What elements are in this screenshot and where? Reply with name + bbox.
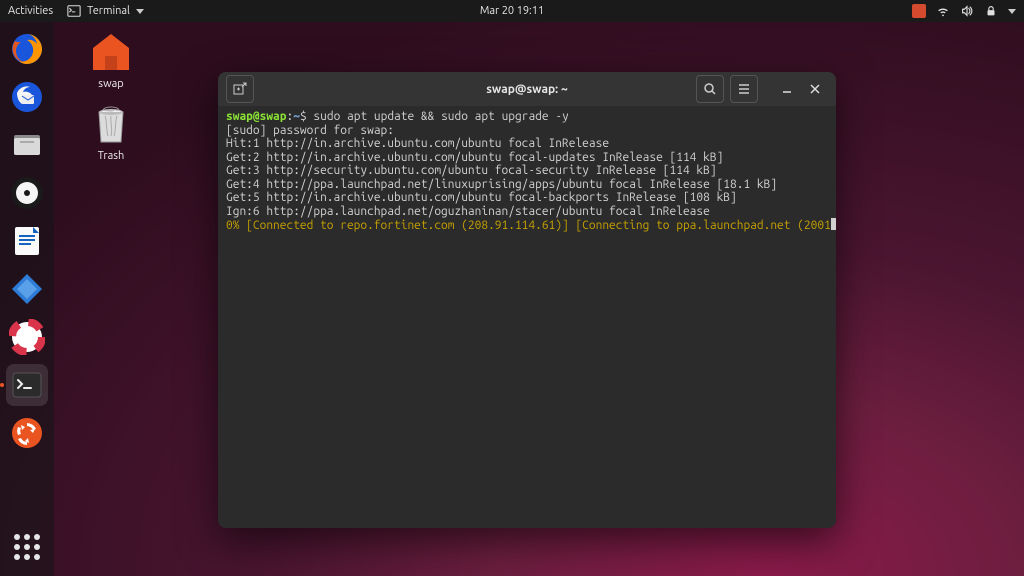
terminal-body[interactable]: swap@swap:~$ sudo apt update && sudo apt…: [218, 106, 836, 528]
command-text: sudo apt update && sudo apt upgrade -y: [313, 110, 568, 123]
firefox-icon: [9, 31, 45, 67]
search-button[interactable]: [696, 75, 724, 103]
minimize-button[interactable]: [774, 76, 800, 102]
minimize-icon: [781, 83, 793, 95]
show-applications-button[interactable]: [6, 526, 48, 568]
close-button[interactable]: [802, 76, 828, 102]
dock-libreoffice-writer[interactable]: [6, 220, 48, 262]
trash-icon: [87, 100, 135, 148]
chevron-down-icon: [136, 9, 144, 14]
term-line: [sudo] password for swap:: [226, 124, 401, 137]
writer-icon: [9, 223, 45, 259]
term-line: Ign:6 http://ppa.launchpad.net/oguzhanin…: [226, 205, 710, 218]
volume-icon[interactable]: [960, 4, 974, 18]
dock-help[interactable]: [6, 316, 48, 358]
wifi-icon[interactable]: [936, 4, 950, 18]
home-folder-icon: [87, 28, 135, 76]
dock-files[interactable]: [6, 124, 48, 166]
security-shield-icon[interactable]: [912, 4, 926, 18]
close-icon: [809, 83, 821, 95]
desktop-trash-label: Trash: [76, 150, 146, 162]
files-icon: [9, 127, 45, 163]
term-line: Get:5 http://in.archive.ubuntu.com/ubunt…: [226, 191, 737, 204]
dock-terminal[interactable]: [6, 364, 48, 406]
desktop-trash[interactable]: Trash: [76, 100, 146, 162]
terminal-app-icon: [9, 367, 45, 403]
new-tab-icon: [233, 82, 247, 96]
terminal-icon: [67, 4, 81, 18]
top-bar: Activities Terminal Mar 20 19:11: [0, 0, 1024, 22]
dock-thunderbird[interactable]: [6, 76, 48, 118]
cursor: [831, 218, 836, 230]
term-line: Get:3 http://security.ubuntu.com/ubuntu …: [226, 164, 717, 177]
term-line: Hit:1 http://in.archive.ubuntu.com/ubunt…: [226, 137, 609, 150]
thunderbird-icon: [9, 79, 45, 115]
apps-grid-icon: [14, 534, 40, 560]
activities-button[interactable]: Activities: [8, 5, 53, 17]
search-icon: [703, 82, 717, 96]
prompt-path: ~: [293, 110, 300, 123]
term-line: Get:2 http://in.archive.ubuntu.com/ubunt…: [226, 151, 723, 164]
desktop-folder-swap[interactable]: swap: [76, 28, 146, 90]
prompt-userhost: swap@swap: [226, 110, 286, 123]
diamond-app-icon: [9, 271, 45, 307]
system-menu-chevron-icon[interactable]: [1008, 9, 1016, 14]
terminal-window: swap@swap: ~ swap@swap:~$ sudo apt updat…: [218, 72, 836, 528]
help-icon: [9, 319, 45, 355]
term-line: Get:4 http://ppa.launchpad.net/linuxupri…: [226, 178, 777, 191]
clock[interactable]: Mar 20 19:11: [480, 5, 544, 17]
dock-software-updater[interactable]: [6, 412, 48, 454]
terminal-title: swap@swap: ~: [486, 83, 568, 96]
desktop-folder-label: swap: [76, 78, 146, 90]
hamburger-menu-button[interactable]: [730, 75, 758, 103]
updater-icon: [9, 415, 45, 451]
dock-app-blue[interactable]: [6, 268, 48, 310]
term-progress-line: 0% [Connected to repo.fortinet.com (208.…: [226, 219, 831, 232]
dock-firefox[interactable]: [6, 28, 48, 70]
dock-rhythmbox[interactable]: [6, 172, 48, 214]
new-tab-button[interactable]: [226, 75, 254, 103]
prompt-dollar: $: [300, 110, 313, 123]
lock-icon[interactable]: [984, 4, 998, 18]
app-menu[interactable]: Terminal: [67, 4, 144, 18]
dock: [0, 22, 54, 576]
terminal-titlebar[interactable]: swap@swap: ~: [218, 72, 836, 106]
app-menu-label: Terminal: [87, 5, 130, 17]
rhythmbox-icon: [9, 175, 45, 211]
hamburger-icon: [737, 82, 751, 96]
